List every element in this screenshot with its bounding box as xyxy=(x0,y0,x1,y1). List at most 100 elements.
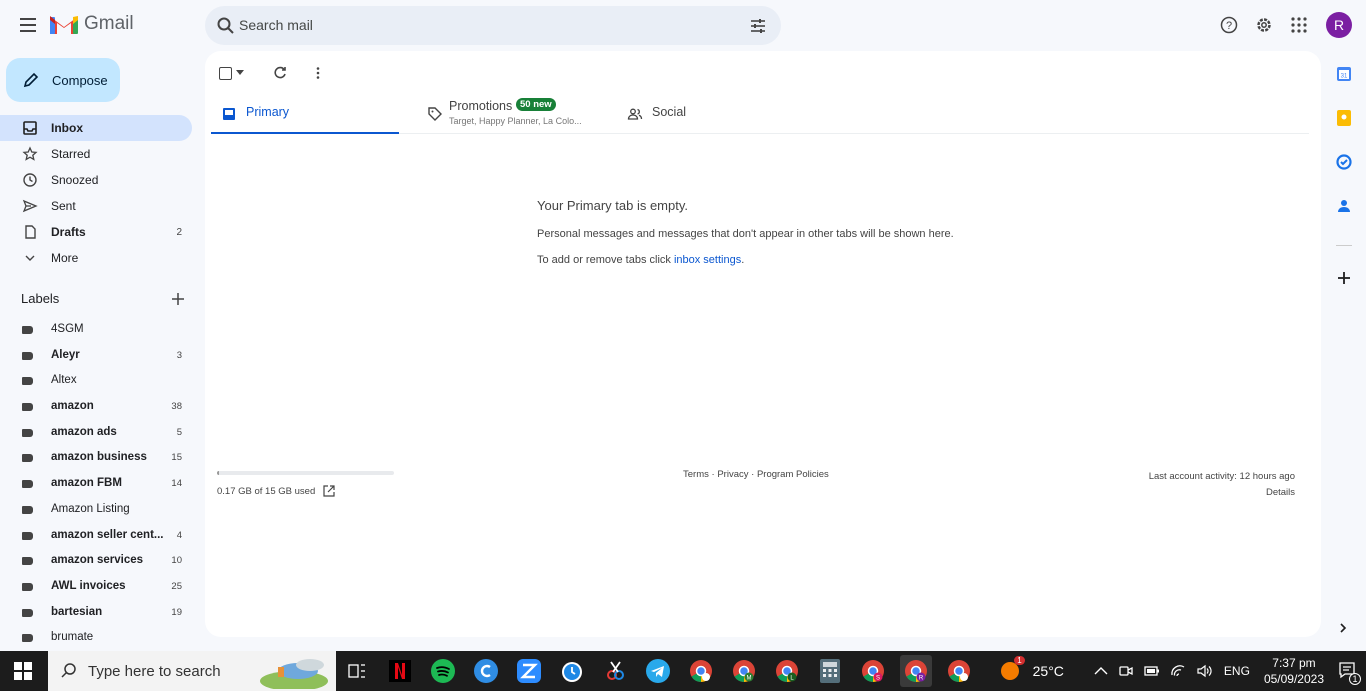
sidebar-item-snoozed[interactable]: Snoozed xyxy=(0,167,192,193)
help-icon[interactable]: ? xyxy=(1217,13,1241,37)
get-addons-icon[interactable] xyxy=(1336,270,1352,286)
sidebar-item-more[interactable]: More xyxy=(0,245,192,271)
refresh-icon[interactable] xyxy=(272,65,288,81)
chevron-right-icon[interactable] xyxy=(1337,622,1349,634)
sidebar-item-label: Inbox xyxy=(51,121,83,135)
zoom-app-icon[interactable] xyxy=(513,655,545,687)
notification-count: 1 xyxy=(1349,672,1361,685)
label-item-amazon-seller-central[interactable]: amazon seller cent... 4 xyxy=(0,523,192,549)
sidebar-item-sent[interactable]: Sent xyxy=(0,193,192,219)
tasks-app-icon[interactable] xyxy=(1330,148,1358,176)
select-all-checkbox[interactable] xyxy=(219,66,244,80)
empty-hint-prefix: To add or remove tabs click xyxy=(537,254,674,266)
calculator-app-icon[interactable] xyxy=(814,655,846,687)
label-item-awl-invoices[interactable]: AWL invoices 25 xyxy=(0,574,192,600)
label-item-amazon[interactable]: amazon 38 xyxy=(0,394,192,420)
volume-icon[interactable] xyxy=(1196,663,1212,679)
label-name: amazon business xyxy=(51,451,147,464)
search-icon[interactable] xyxy=(216,16,236,36)
telegram-app-icon[interactable] xyxy=(642,655,674,687)
gmail-logo[interactable]: Gmail xyxy=(50,13,134,35)
label-item-amazon-business[interactable]: amazon business 15 xyxy=(0,445,192,471)
contacts-app-icon[interactable] xyxy=(1330,192,1358,220)
chrome-profile-a-icon[interactable] xyxy=(685,655,717,687)
label-item-brumate[interactable]: brumate xyxy=(0,625,192,651)
label-item-amazon-listing[interactable]: Amazon Listing xyxy=(0,497,192,523)
label-item-amazon-fbm[interactable]: amazon FBM 14 xyxy=(0,471,192,497)
sidebar-item-starred[interactable]: Starred xyxy=(0,141,192,167)
search-input[interactable] xyxy=(239,14,729,36)
program-policies-link[interactable]: Program Policies xyxy=(757,469,829,480)
chrome-profile-l-icon[interactable]: L xyxy=(771,655,803,687)
clock-app-icon[interactable] xyxy=(556,655,588,687)
battery-icon[interactable] xyxy=(1144,663,1160,679)
label-item-aleyr[interactable]: Aleyr 3 xyxy=(0,343,192,369)
inbox-settings-link[interactable]: inbox settings xyxy=(674,254,741,266)
search-options-icon[interactable] xyxy=(748,16,768,36)
svg-text:?: ? xyxy=(1226,20,1232,32)
windows-start-icon[interactable] xyxy=(14,662,32,680)
add-label-icon[interactable] xyxy=(170,291,186,307)
canva-app-icon[interactable] xyxy=(470,655,502,687)
chrome-profile-s-icon[interactable]: S xyxy=(857,655,889,687)
chrome-profile-m-icon[interactable]: M xyxy=(728,655,760,687)
keep-app-icon[interactable] xyxy=(1330,104,1358,132)
sidebar-item-inbox[interactable]: Inbox xyxy=(0,115,192,141)
spotify-app-icon[interactable] xyxy=(427,655,459,687)
account-avatar[interactable]: R xyxy=(1326,12,1352,38)
label-item-bartesian[interactable]: bartesian 19 xyxy=(0,600,192,626)
input-language[interactable]: ENG xyxy=(1224,664,1250,678)
settings-gear-icon[interactable] xyxy=(1252,13,1276,37)
label-item-4sgm[interactable]: 4SGM xyxy=(0,317,192,343)
more-vertical-icon[interactable] xyxy=(310,65,326,81)
calendar-app-icon[interactable]: 31 xyxy=(1330,60,1358,88)
new-count-badge: 50 new xyxy=(516,98,556,111)
taskbar-search[interactable]: Type here to search xyxy=(48,651,336,691)
meet-now-icon[interactable] xyxy=(1118,663,1134,679)
empty-hint-suffix: . xyxy=(741,254,745,266)
chrome-profile-b-icon[interactable] xyxy=(943,655,975,687)
task-view-icon[interactable] xyxy=(341,655,373,687)
label-tag-icon xyxy=(22,531,33,540)
wifi-icon[interactable] xyxy=(1170,663,1186,679)
label-name: Amazon Listing xyxy=(51,502,130,515)
terms-link[interactable]: Terms xyxy=(683,469,709,480)
chrome-profile-r-icon[interactable]: R xyxy=(900,655,932,687)
label-count: 5 xyxy=(176,426,182,438)
mail-panel: Primary Promotions 50 new Target, Happy … xyxy=(205,51,1321,637)
search-bar[interactable] xyxy=(205,6,781,45)
privacy-link[interactable]: Privacy xyxy=(717,469,748,480)
people-icon xyxy=(627,108,643,120)
weather-temperature[interactable]: 25°C xyxy=(1033,663,1064,679)
label-item-amazon-services[interactable]: amazon services 10 xyxy=(0,548,192,574)
label-name: brumate xyxy=(51,631,94,644)
label-tag-icon xyxy=(22,403,33,412)
label-name: bartesian xyxy=(51,605,103,618)
main-menu-button[interactable] xyxy=(16,13,40,37)
label-tag-icon xyxy=(22,326,33,334)
snipping-tool-app-icon[interactable] xyxy=(599,655,631,687)
tab-promotions[interactable]: Promotions 50 new Target, Happy Planner,… xyxy=(417,95,607,134)
label-item-amazon-ads[interactable]: amazon ads 5 xyxy=(0,420,192,446)
sidebar-item-drafts[interactable]: Drafts 2 xyxy=(0,219,192,245)
compose-button[interactable]: Compose xyxy=(6,58,120,102)
tab-label: Social xyxy=(652,105,687,119)
svg-text:M: M xyxy=(747,676,752,682)
svg-text:S: S xyxy=(876,676,880,682)
draft-file-icon xyxy=(25,225,36,239)
apps-grid-icon[interactable] xyxy=(1287,13,1311,37)
netflix-app-icon[interactable] xyxy=(384,655,416,687)
details-link[interactable]: Details xyxy=(1266,487,1295,498)
open-external-icon[interactable] xyxy=(323,485,335,497)
tab-social[interactable]: Social xyxy=(617,95,807,134)
taskbar-apps: M L S R xyxy=(341,655,975,687)
label-name: amazon xyxy=(51,400,94,413)
label-name: Altex xyxy=(51,374,77,387)
clock-display[interactable]: 7:37 pm 05/09/2023 xyxy=(1264,655,1324,687)
notifications-button[interactable]: 1 xyxy=(1338,661,1361,685)
chevron-up-icon[interactable] xyxy=(1094,666,1108,676)
label-item-altex[interactable]: Altex xyxy=(0,368,192,394)
tab-primary[interactable]: Primary xyxy=(211,95,399,134)
weather-widget[interactable]: 1 xyxy=(999,656,1025,683)
svg-text:R: R xyxy=(919,676,924,682)
